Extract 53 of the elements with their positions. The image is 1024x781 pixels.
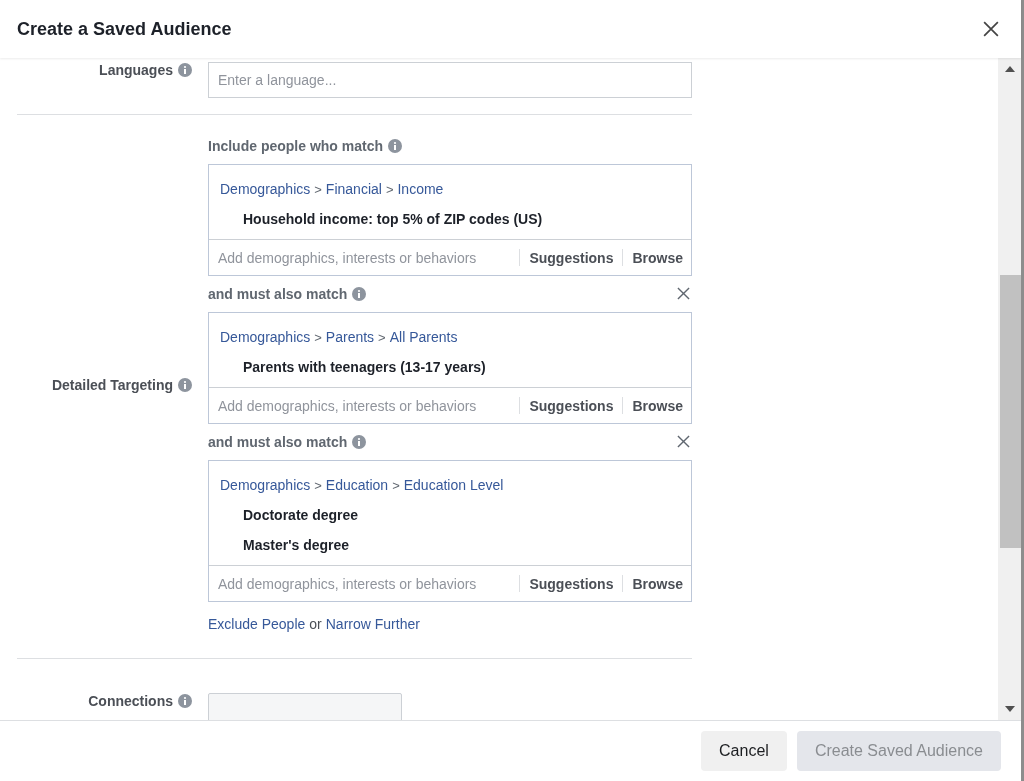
breadcrumb-separator: > [385,181,394,197]
remove-button[interactable] [677,435,691,449]
targeting-item: Household income: top 5% of ZIP codes (US) [242,211,544,227]
breadcrumb-link[interactable]: Financial [325,181,382,197]
close-icon [983,21,999,37]
exclude-link[interactable]: Exclude People [208,616,306,632]
info-icon [178,63,192,77]
field-label: Detailed Targeting [51,376,173,393]
targeting-action-button[interactable]: Suggestions [519,249,623,266]
targeting-action-button[interactable]: Browse [622,575,691,592]
breadcrumb-link[interactable]: Demographics [220,477,311,493]
scroll-up-icon[interactable] [1004,66,1015,72]
remove-button[interactable] [677,287,691,301]
dialog-title: Create a Saved Audience [17,18,232,40]
close-button[interactable] [981,19,1001,39]
breadcrumb-separator: > [378,329,386,345]
breadcrumb-link[interactable]: Demographics [220,181,311,197]
breadcrumb-link[interactable]: Parents [325,329,375,345]
narrow-link[interactable]: Narrow Further [325,616,420,632]
info-icon [352,287,367,301]
close-icon [677,435,690,448]
match-heading: and must also match [208,286,348,302]
breadcrumb-separator: > [314,181,322,197]
targeting-item: Parents with teenagers (13-17 years) [242,359,487,375]
breadcrumb-link[interactable]: Demographics [220,329,311,345]
scrollbar-thumb[interactable] [1000,275,1021,548]
breadcrumb-link[interactable]: Education Level [403,477,504,493]
field-label: Languages [99,62,173,78]
scroll-down-icon[interactable] [1004,706,1015,712]
language-input[interactable]: Enter a language... [208,62,692,98]
breadcrumb-link[interactable]: All Parents [389,329,458,345]
targeting-action-button[interactable]: Suggestions [519,397,623,414]
breadcrumb-link[interactable]: Education [325,477,389,493]
info-icon [178,694,192,708]
targeting-action-button[interactable]: Browse [622,249,691,266]
breadcrumb-separator: > [314,477,322,493]
match-heading: and must also match [208,434,348,450]
scrollbar[interactable] [998,58,1021,720]
info-icon [178,377,192,392]
close-icon [677,287,690,300]
field-label: Connections [88,693,173,709]
breadcrumb-separator: > [392,477,400,493]
match-heading: Include people who match [208,138,384,154]
info-icon [388,139,403,153]
joiner-text: or [309,616,322,632]
cancel-button[interactable]: Cancel [701,731,787,771]
breadcrumb-separator: > [314,329,322,345]
info-icon [352,435,367,449]
targeting-action-button[interactable]: Browse [622,397,691,414]
breadcrumb-link[interactable]: Income [397,181,444,197]
targeting-item: Master's degree [242,537,351,553]
targeting-action-button[interactable]: Suggestions [519,575,623,592]
targeting-item: Doctorate degree [242,507,360,523]
